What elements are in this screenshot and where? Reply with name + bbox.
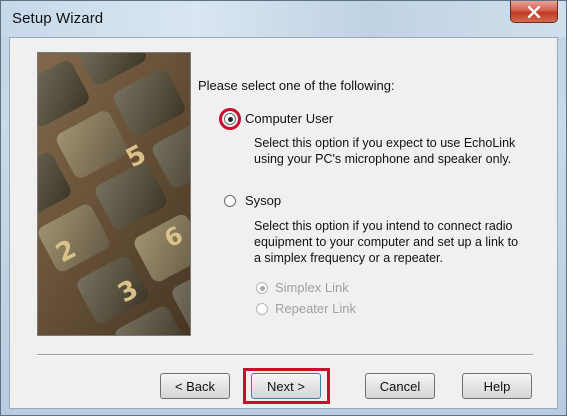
next-button[interactable]: Next >: [251, 373, 321, 399]
title-bar[interactable]: Setup Wizard: [1, 1, 566, 37]
simplex-link-label[interactable]: Simplex Link: [275, 280, 349, 295]
description-line: Select this option if you expect to use …: [254, 136, 516, 150]
computer-user-label[interactable]: Computer User: [245, 111, 333, 126]
back-button[interactable]: < Back: [160, 373, 230, 399]
radio-selected-dot: [259, 285, 265, 291]
cancel-button[interactable]: Cancel: [365, 373, 435, 399]
computer-user-description: Select this option if you expect to use …: [254, 135, 515, 167]
description-line: using your PC's microphone and speaker o…: [254, 152, 512, 166]
repeater-link-radio[interactable]: [256, 303, 268, 315]
window-title: Setup Wizard: [12, 10, 104, 27]
description-line: equipment to your computer and set up a …: [254, 235, 519, 249]
instruction-text: Please select one of the following:: [198, 78, 395, 93]
setup-wizard-window: Setup Wizard 5 6 2 3 Please select one o…: [0, 0, 567, 416]
description-line: a simplex frequency or a repeater.: [254, 251, 443, 265]
separator: [37, 354, 533, 356]
highlight-ring: [219, 108, 241, 130]
help-button[interactable]: Help: [462, 373, 532, 399]
wizard-content: 5 6 2 3 Please select one of the followi…: [9, 37, 558, 409]
sysop-description: Select this option if you intend to conn…: [254, 218, 518, 266]
repeater-link-label[interactable]: Repeater Link: [275, 301, 356, 316]
description-line: Select this option if you intend to conn…: [254, 219, 513, 233]
close-button[interactable]: [510, 1, 558, 23]
simplex-link-radio[interactable]: [256, 282, 268, 294]
sysop-radio[interactable]: [224, 195, 236, 207]
keypad-illustration: 5 6 2 3: [37, 52, 191, 336]
close-icon: [527, 5, 541, 18]
sysop-label[interactable]: Sysop: [245, 193, 281, 208]
